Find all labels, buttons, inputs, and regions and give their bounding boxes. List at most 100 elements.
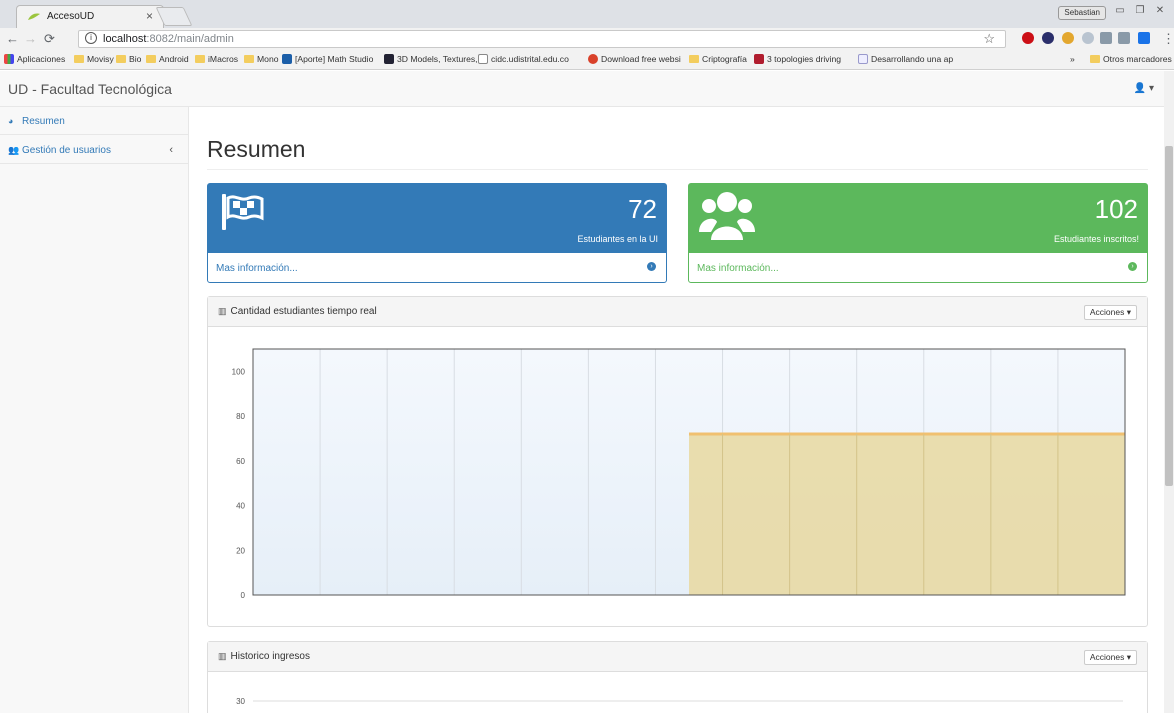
historico-line-chart: 30 [236, 697, 1123, 706]
site-icon [282, 54, 292, 64]
bar-chart-icon: ▥ [218, 651, 227, 661]
page-title: Resumen [207, 136, 306, 162]
user-menu-button[interactable]: 👤 ▾ [1134, 83, 1154, 94]
sidebar-item-label: Gestión de usuarios [22, 145, 111, 156]
sidebar-item-gestion-usuarios[interactable]: 👥 Gestión de usuarios ‹ [0, 136, 189, 164]
dashboard-icon: ◕ [8, 116, 14, 126]
page-icon [478, 54, 488, 64]
stat-panel-heading: 72 Estudiantes en la UI [208, 184, 666, 253]
folder-icon [195, 55, 205, 63]
tab-title: AccesoUD [47, 11, 95, 22]
restore-icon[interactable]: ❐ [1132, 5, 1148, 19]
browser-toolbar: ← → ⟳ i localhost:8082/main/admin ☆ ⋮ [0, 28, 1174, 50]
extension-icon[interactable] [1138, 32, 1150, 44]
users-icon: 👥 [8, 145, 20, 155]
bookmark-star-icon[interactable]: ☆ [983, 31, 995, 47]
opera-extension-icon[interactable] [1022, 32, 1034, 44]
close-window-icon[interactable]: ✕ [1152, 5, 1168, 19]
stat-panel-heading: 102 Estudiantes inscritos! [689, 184, 1147, 253]
extension-icon[interactable] [1042, 32, 1054, 44]
sidebar-item-label: Resumen [22, 116, 65, 127]
bookmark-item[interactable]: Movisy [74, 54, 114, 64]
bookmark-item[interactable]: Android [146, 54, 189, 64]
bookmark-item[interactable]: Download free websi [588, 54, 681, 64]
folder-icon [244, 55, 254, 63]
y-tick-label: 80 [236, 412, 245, 421]
stat-value: 72 [628, 194, 657, 224]
stat-label: Estudiantes inscritos! [1053, 234, 1139, 244]
sidebar: ◕ Resumen 👥 Gestión de usuarios ‹ [0, 107, 189, 713]
bookmark-item[interactable]: [Aporte] Math Studio [282, 54, 373, 64]
panel-heading: ▥ Historico ingresos Acciones ▾ [208, 642, 1147, 672]
stat-value: 102 [1094, 194, 1138, 224]
apps-grid-icon [4, 54, 14, 64]
menu-icon[interactable]: ⋮ [1162, 31, 1174, 47]
bookmark-item[interactable]: Desarrollando una ap [858, 54, 953, 64]
y-tick-label: 20 [236, 546, 245, 555]
minimize-icon[interactable]: ▭ [1112, 5, 1128, 19]
area-series [689, 433, 1125, 595]
caret-down-icon: ▾ [1148, 83, 1154, 94]
realtime-area-chart: 0 20 40 60 80 100 [232, 348, 1126, 600]
bookmark-item[interactable]: Otros marcadores [1090, 54, 1172, 64]
y-tick-label: 60 [236, 457, 245, 466]
y-tick-label: 0 [241, 591, 246, 600]
profile-button[interactable]: Sebastian [1058, 6, 1106, 20]
panel-heading: ▥ Cantidad estudiantes tiempo real Accion… [208, 297, 1147, 327]
stat-panel-estudiantes-ud: 72 Estudiantes en la UI Mas información.… [207, 183, 667, 283]
arrow-circle-right-icon[interactable]: › [1128, 262, 1137, 271]
tab-close-icon[interactable]: × [146, 9, 153, 23]
site-icon [754, 54, 764, 64]
acciones-dropdown-button[interactable]: Acciones ▾ [1083, 650, 1137, 665]
url-host: localhost [103, 33, 147, 45]
extension-icon[interactable] [1100, 32, 1112, 44]
url-path: :8082/main/admin [146, 33, 234, 45]
stat-panel-estudiantes-inscritos: 102 Estudiantes inscritos! Mas informaci… [688, 183, 1148, 283]
extension-icon[interactable] [1062, 32, 1074, 44]
bookmark-item[interactable]: cidc.udistrital.edu.co [478, 54, 569, 64]
panel-historico-ingresos: ▥ Historico ingresos Acciones ▾ 30 [207, 641, 1148, 713]
flag-checkered-icon [222, 194, 264, 230]
reload-icon[interactable]: ⟳ [44, 31, 55, 47]
stat-label: Estudiantes en la UI [577, 234, 658, 244]
folder-icon [74, 55, 84, 63]
acciones-dropdown-button[interactable]: Acciones ▾ [1083, 305, 1137, 320]
bookmark-item[interactable]: Aplicaciones [4, 54, 65, 64]
mas-informacion-link[interactable]: Mas información... [216, 263, 298, 274]
users-icon [699, 192, 755, 240]
app-navbar: UD - Facultad Tecnológica 👤 ▾ [0, 71, 1164, 107]
arrow-circle-right-icon[interactable]: › [647, 262, 656, 271]
bookmarks-overflow-button[interactable]: » [1070, 54, 1075, 64]
chevron-left-icon: ‹ [169, 144, 173, 156]
page-scrollbar[interactable] [1164, 71, 1174, 713]
extension-icon[interactable] [1082, 32, 1094, 44]
scrollbar-thumb[interactable] [1165, 146, 1173, 486]
bookmark-item[interactable]: iMacros [195, 54, 238, 64]
bookmark-item[interactable]: Bio [116, 54, 141, 64]
folder-icon [116, 55, 126, 63]
browser-tab[interactable]: AccesoUD × [16, 5, 164, 28]
site-icon [858, 54, 868, 64]
info-icon[interactable]: i [85, 32, 97, 44]
bookmark-item[interactable]: 3D Models, Textures, [384, 54, 478, 64]
panel-cantidad-estudiantes: ▥ Cantidad estudiantes tiempo real Accion… [207, 296, 1148, 627]
url-text: localhost:8082/main/admin [103, 33, 234, 45]
bar-chart-icon: ▥ [218, 306, 227, 316]
sidebar-item-resumen[interactable]: ◕ Resumen [0, 107, 189, 135]
forward-icon[interactable]: → [24, 31, 37, 47]
panel-title: ▥ Cantidad estudiantes tiempo real [218, 306, 377, 317]
site-icon [588, 54, 598, 64]
folder-icon [146, 55, 156, 63]
y-tick-label: 100 [232, 367, 246, 376]
brand[interactable]: UD - Facultad Tecnológica [8, 81, 172, 97]
mas-informacion-link[interactable]: Mas información... [697, 263, 779, 274]
bookmark-item[interactable]: 3 topologies driving [754, 54, 841, 64]
bookmark-item[interactable]: Mono [244, 54, 279, 64]
bookmark-item[interactable]: Criptografía [689, 54, 747, 64]
address-bar[interactable]: i localhost:8082/main/admin ☆ [78, 30, 1006, 48]
tab-favicon-icon [28, 13, 40, 20]
extension-icon[interactable] [1118, 32, 1130, 44]
bookmarks-bar: Aplicaciones Movisy Bio Android iMacros … [0, 50, 1174, 70]
back-icon[interactable]: ← [6, 31, 19, 47]
title-divider [207, 169, 1148, 170]
